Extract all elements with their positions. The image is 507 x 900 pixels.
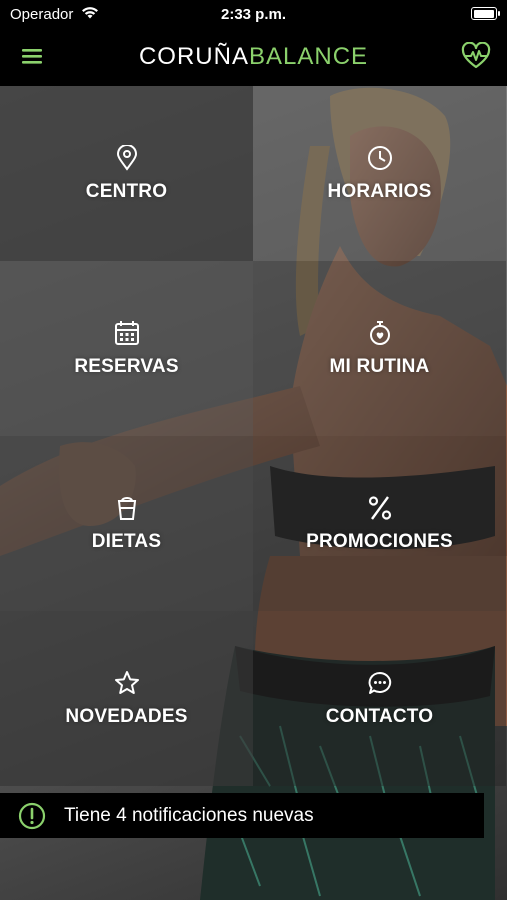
heart-pulse-icon[interactable] (461, 41, 491, 72)
status-time: 2:33 p.m. (220, 6, 287, 23)
menu-tile-mi-rutina[interactable]: MI RUTINA (253, 261, 506, 436)
percent-icon (367, 495, 393, 521)
menu-tile-promociones[interactable]: PROMOCIONES (253, 436, 506, 611)
menu-tile-centro[interactable]: CENTRO (0, 86, 253, 261)
alert-circle-icon (18, 802, 46, 830)
notification-text: Tiene 4 notificaciones nuevas (64, 804, 314, 826)
menu-tile-label: CONTACTO (325, 705, 434, 727)
menu-tile-label: RESERVAS (74, 355, 179, 377)
logo-part-coruna: CORUÑA (138, 43, 249, 70)
drink-cup-icon (114, 495, 140, 521)
chat-bubble-icon (367, 670, 393, 696)
calendar-icon (114, 320, 140, 346)
star-icon (114, 670, 140, 696)
menu-grid: CENTRO HORARIOS RESERVAS MI RUTINA DIETA… (0, 86, 507, 788)
clock-icon (367, 145, 393, 171)
app-logo: CORUÑABALANCE (0, 43, 507, 71)
menu-tile-novedades[interactable]: NOVEDADES (0, 611, 253, 786)
stopwatch-icon (367, 320, 393, 346)
menu-tile-contacto[interactable]: CONTACTO (253, 611, 506, 786)
menu-tile-label: CENTRO (85, 180, 168, 202)
status-bar: Operador 2:33 p.m. (0, 0, 507, 30)
battery-icon (471, 7, 500, 20)
logo-part-balance: BALANCE (248, 43, 369, 70)
menu-tile-label: DIETAS (91, 530, 162, 552)
menu-tile-horarios[interactable]: HORARIOS (253, 86, 506, 261)
nav-bar: CORUÑABALANCE (0, 30, 507, 86)
location-pin-icon (114, 144, 140, 171)
notification-banner[interactable]: Tiene 4 notificaciones nuevas (0, 793, 484, 838)
menu-tile-reservas[interactable]: RESERVAS (0, 261, 253, 436)
menu-tile-dietas[interactable]: DIETAS (0, 436, 253, 611)
menu-tile-label: HORARIOS (327, 180, 432, 202)
menu-tile-label: MI RUTINA (329, 355, 430, 377)
menu-tile-label: PROMOCIONES (306, 530, 453, 552)
main-content: CENTRO HORARIOS RESERVAS MI RUTINA DIETA… (0, 86, 507, 900)
menu-tile-label: NOVEDADES (65, 705, 188, 727)
